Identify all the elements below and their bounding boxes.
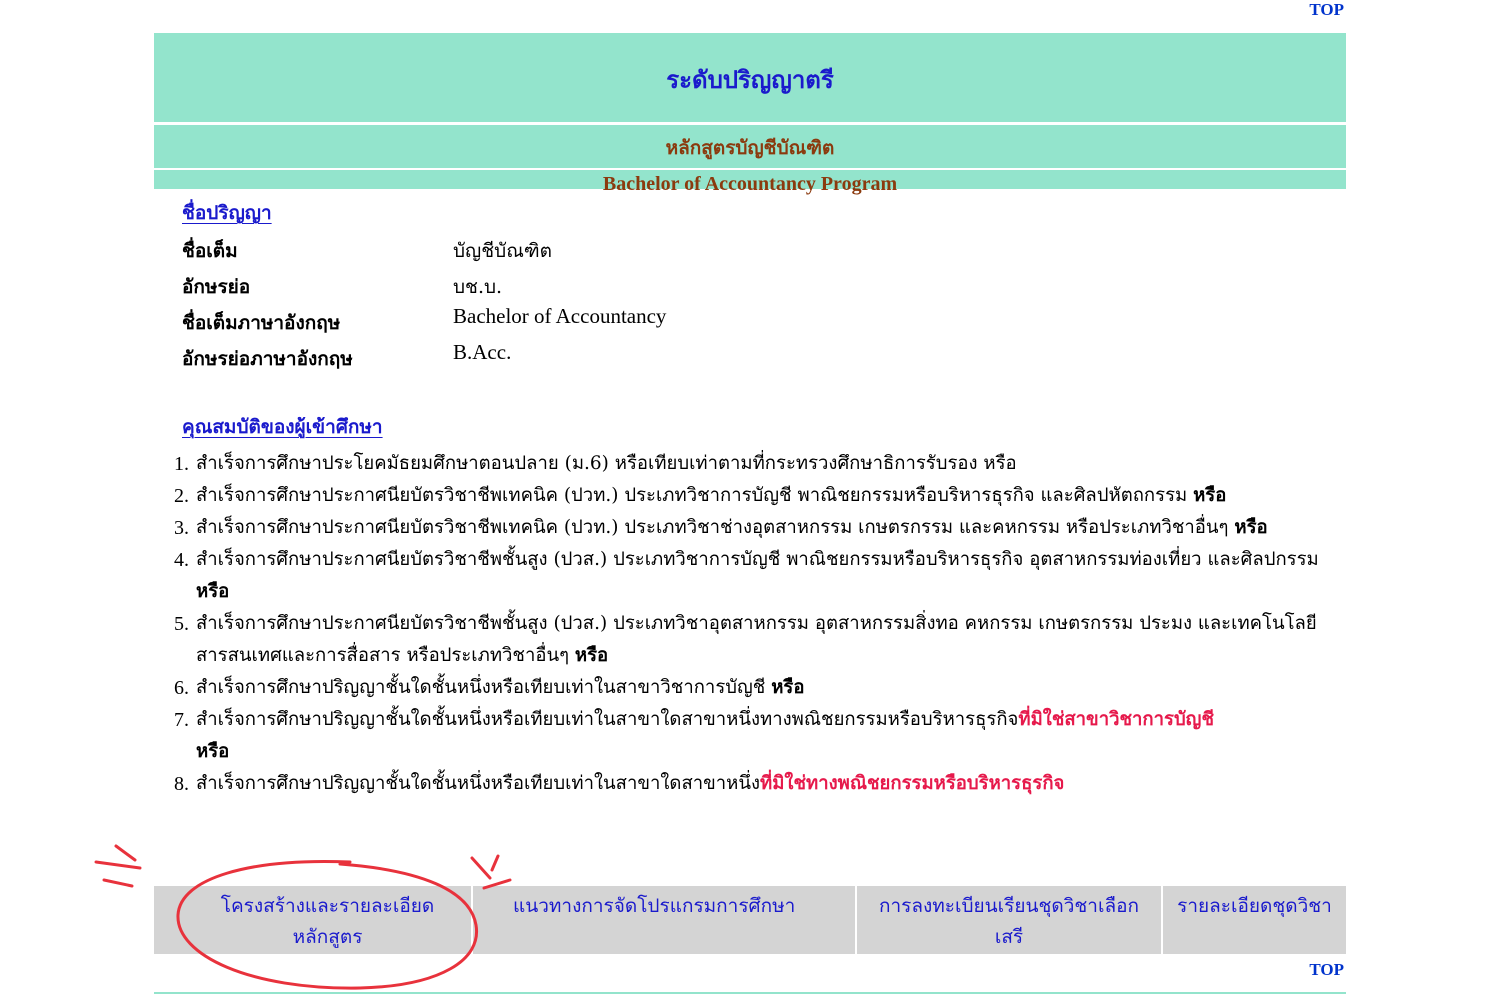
degree-eng-fullname-value: Bachelor of Accountancy [453, 304, 667, 328]
annotation-tick [114, 844, 137, 862]
qualifications-list: 1. สำเร็จการศึกษาประโยคมัธยมศึกษาตอนปลาย … [174, 448, 1334, 800]
nav-link-curriculum-structure[interactable]: โครงสร้างและรายละเอียดหลักสูตร [154, 886, 473, 954]
degree-fullname-label: ชื่อเต็ม [182, 240, 238, 262]
list-item: 1. สำเร็จการศึกษาประโยคมัธยมศึกษาตอนปลาย … [174, 453, 1017, 475]
list-item: 3. สำเร็จการศึกษาประกาศนียบัตรวิชาชีพเทคน… [174, 517, 1268, 539]
annotation-tick [490, 854, 500, 872]
list-item: 7. สำเร็จการศึกษาปริญญาชั้นใดชั้นหนึ่งหรื… [174, 709, 1215, 762]
program-title-english: Bachelor of Accountancy Program [602, 173, 898, 195]
list-item: 6. สำเร็จการศึกษาปริญญาชั้นใดชั้นหนึ่งหรื… [174, 677, 805, 699]
curriculum-nav-bar: โครงสร้างและรายละเอียดหลักสูตร แนวทางการ… [154, 886, 1346, 954]
top-link-lower[interactable]: TOP [1309, 960, 1344, 980]
degree-heading: ชื่อปริญญา [182, 202, 272, 224]
annotation-tick [470, 856, 492, 880]
nav-link-free-elective-registration[interactable]: การลงทะเบียนเรียนชุดวิชาเลือกเสรี [857, 886, 1163, 954]
program-title-thai: หลักสูตรบัญชีบัณฑิต [665, 137, 835, 159]
list-item: 4. สำเร็จการศึกษาประกาศนียบัตรวิชาชีพชั้น… [174, 549, 1319, 602]
list-item: 2. สำเร็จการศึกษาประกาศนียบัตรวิชาชีพเทคน… [174, 485, 1227, 507]
degree-fullname-value: บัญชีบัณฑิต [453, 240, 552, 262]
degree-eng-fullname-label: ชื่อเต็มภาษาอังกฤษ [182, 312, 341, 334]
program-band: หลักสูตรบัญชีบัณฑิต Bachelor of Accounta… [154, 125, 1346, 195]
annotation-tick [102, 878, 134, 888]
page-title: ระดับปริญญาตรี [666, 65, 834, 94]
degree-abbr-label: อักษรย่อ [182, 276, 251, 298]
top-link-upper[interactable]: TOP [1309, 0, 1344, 20]
degree-eng-abbr-value: B.Acc. [453, 340, 512, 364]
program-divider [154, 168, 1346, 170]
qualifications-heading: คุณสมบัติของผู้เข้าศึกษา [182, 416, 383, 438]
annotation-tick [94, 860, 142, 870]
nav-link-program-arrangement[interactable]: แนวทางการจัดโปรแกรมการศึกษา [473, 886, 857, 954]
degree-abbr-value: บช.บ. [453, 276, 503, 298]
degree-eng-abbr-label: อักษรย่อภาษาอังกฤษ [182, 348, 353, 370]
list-item: 8. สำเร็จการศึกษาปริญญาชั้นใดชั้นหนึ่งหรื… [174, 773, 1065, 795]
title-band: ระดับปริญญาตรี [154, 33, 1346, 122]
list-item: 5. สำเร็จการศึกษาประกาศนียบัตรวิชาชีพชั้น… [174, 613, 1317, 666]
nav-link-course-details[interactable]: รายละเอียดชุดวิชา [1163, 886, 1346, 954]
